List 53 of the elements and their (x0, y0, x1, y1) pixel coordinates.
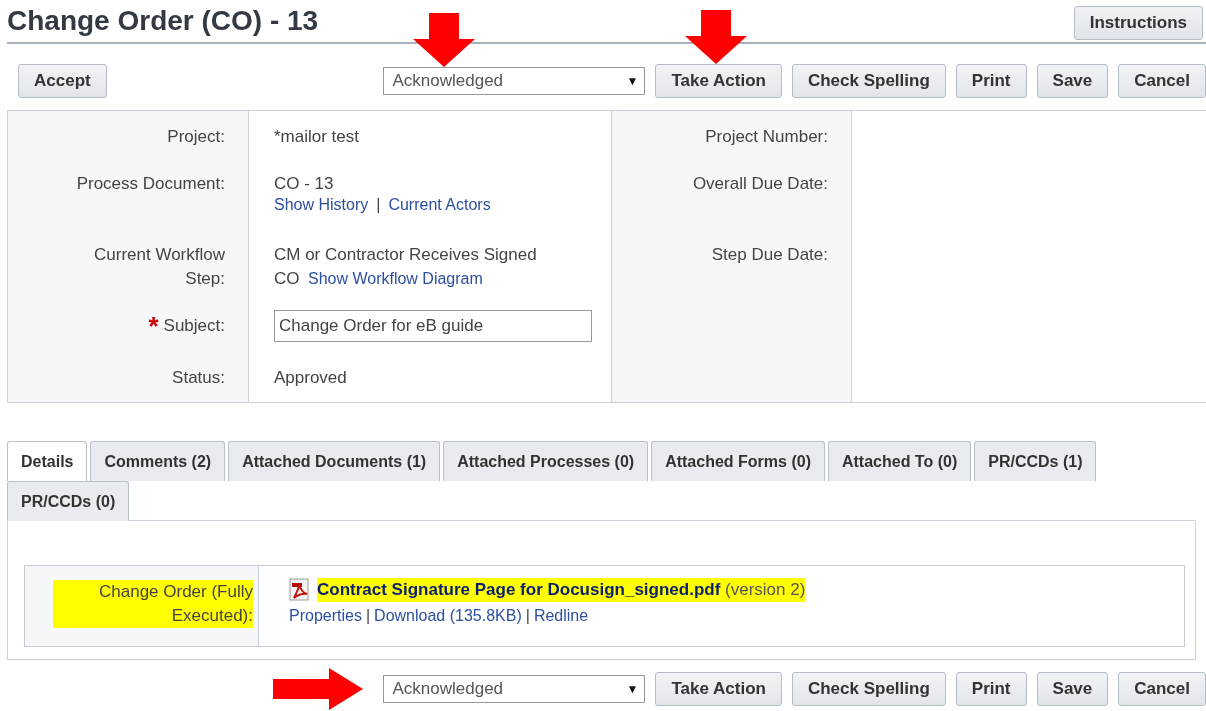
separator: | (525, 607, 530, 624)
toolbar-button[interactable]: Save (1036, 672, 1109, 706)
tab[interactable]: PR/CCDs (0) (7, 481, 130, 521)
version-label: (version 2) (725, 580, 806, 599)
text-link[interactable]: Show History (274, 196, 369, 213)
field-label: Project Number: (705, 126, 828, 148)
toolbar-button[interactable]: Cancel (1118, 672, 1206, 706)
field-value: CO (274, 269, 300, 288)
text-link[interactable]: Redline (533, 607, 589, 624)
action-dropdown[interactable]: Acknowledged ▼ (383, 67, 646, 95)
field-value: Approved (274, 367, 347, 389)
page-title: Change Order (CO) - 13 (7, 4, 319, 38)
caret-icon: ▼ (626, 682, 639, 696)
separator: | (365, 607, 371, 624)
tab[interactable]: Comments (2) (90, 441, 226, 481)
field-label: Step Due Date: (711, 244, 828, 266)
field-value: *mailor test (274, 126, 360, 148)
caret-icon: ▼ (626, 74, 639, 88)
toolbar-button[interactable]: Cancel (1118, 64, 1206, 98)
attachment-label: Change Order (Fully Executed): (53, 580, 253, 628)
field-value: CM or Contractor Receives Signed (274, 244, 537, 266)
tab[interactable]: Attached Documents (1) (228, 441, 441, 481)
text-link[interactable]: Properties (289, 607, 362, 624)
tab[interactable]: Details (7, 441, 88, 481)
instructions-button[interactable]: Instructions (1073, 6, 1203, 40)
field-label: Project: (167, 126, 225, 148)
file-link[interactable]: Contract Signature Page for Docusign_signed.pdf (317, 580, 721, 599)
accept-button[interactable]: Accept (18, 64, 107, 98)
field-value: CO - 13 (274, 173, 334, 195)
text-link[interactable]: Download (135.8KB) (374, 607, 522, 624)
field-label: Overall Due Date: (692, 173, 828, 195)
tab[interactable]: Attached To (0) (827, 441, 972, 481)
toolbar-button[interactable]: Print (955, 64, 1027, 98)
field-label: Subject: (163, 315, 225, 337)
tab[interactable]: PR/CCDs (1) (974, 441, 1097, 481)
pdf-icon (289, 578, 311, 602)
toolbar-button[interactable]: Take Action (655, 672, 782, 706)
action-dropdown[interactable]: Acknowledged ▼ (383, 675, 646, 703)
field-label: Process Document: (76, 173, 225, 195)
text-link[interactable]: Show Workflow Diagram (307, 270, 483, 287)
field-label: Current Workflow Step: (93, 244, 225, 290)
toolbar-button[interactable]: Check Spelling (791, 64, 946, 98)
toolbar-button[interactable]: Save (1036, 64, 1109, 98)
toolbar-button[interactable]: Print (955, 672, 1027, 706)
toolbar-button[interactable]: Take Action (655, 64, 782, 98)
text-link[interactable]: Current Actors (388, 196, 491, 213)
tab[interactable]: Attached Forms (0) (651, 441, 825, 481)
field-label: Status: (172, 367, 225, 389)
tab[interactable]: Attached Processes (0) (443, 441, 649, 481)
subject-field[interactable]: Change Order for eB guide (274, 310, 592, 342)
separator: | (376, 196, 381, 213)
toolbar-button[interactable]: Check Spelling (791, 672, 946, 706)
required-mark: * (148, 316, 159, 336)
